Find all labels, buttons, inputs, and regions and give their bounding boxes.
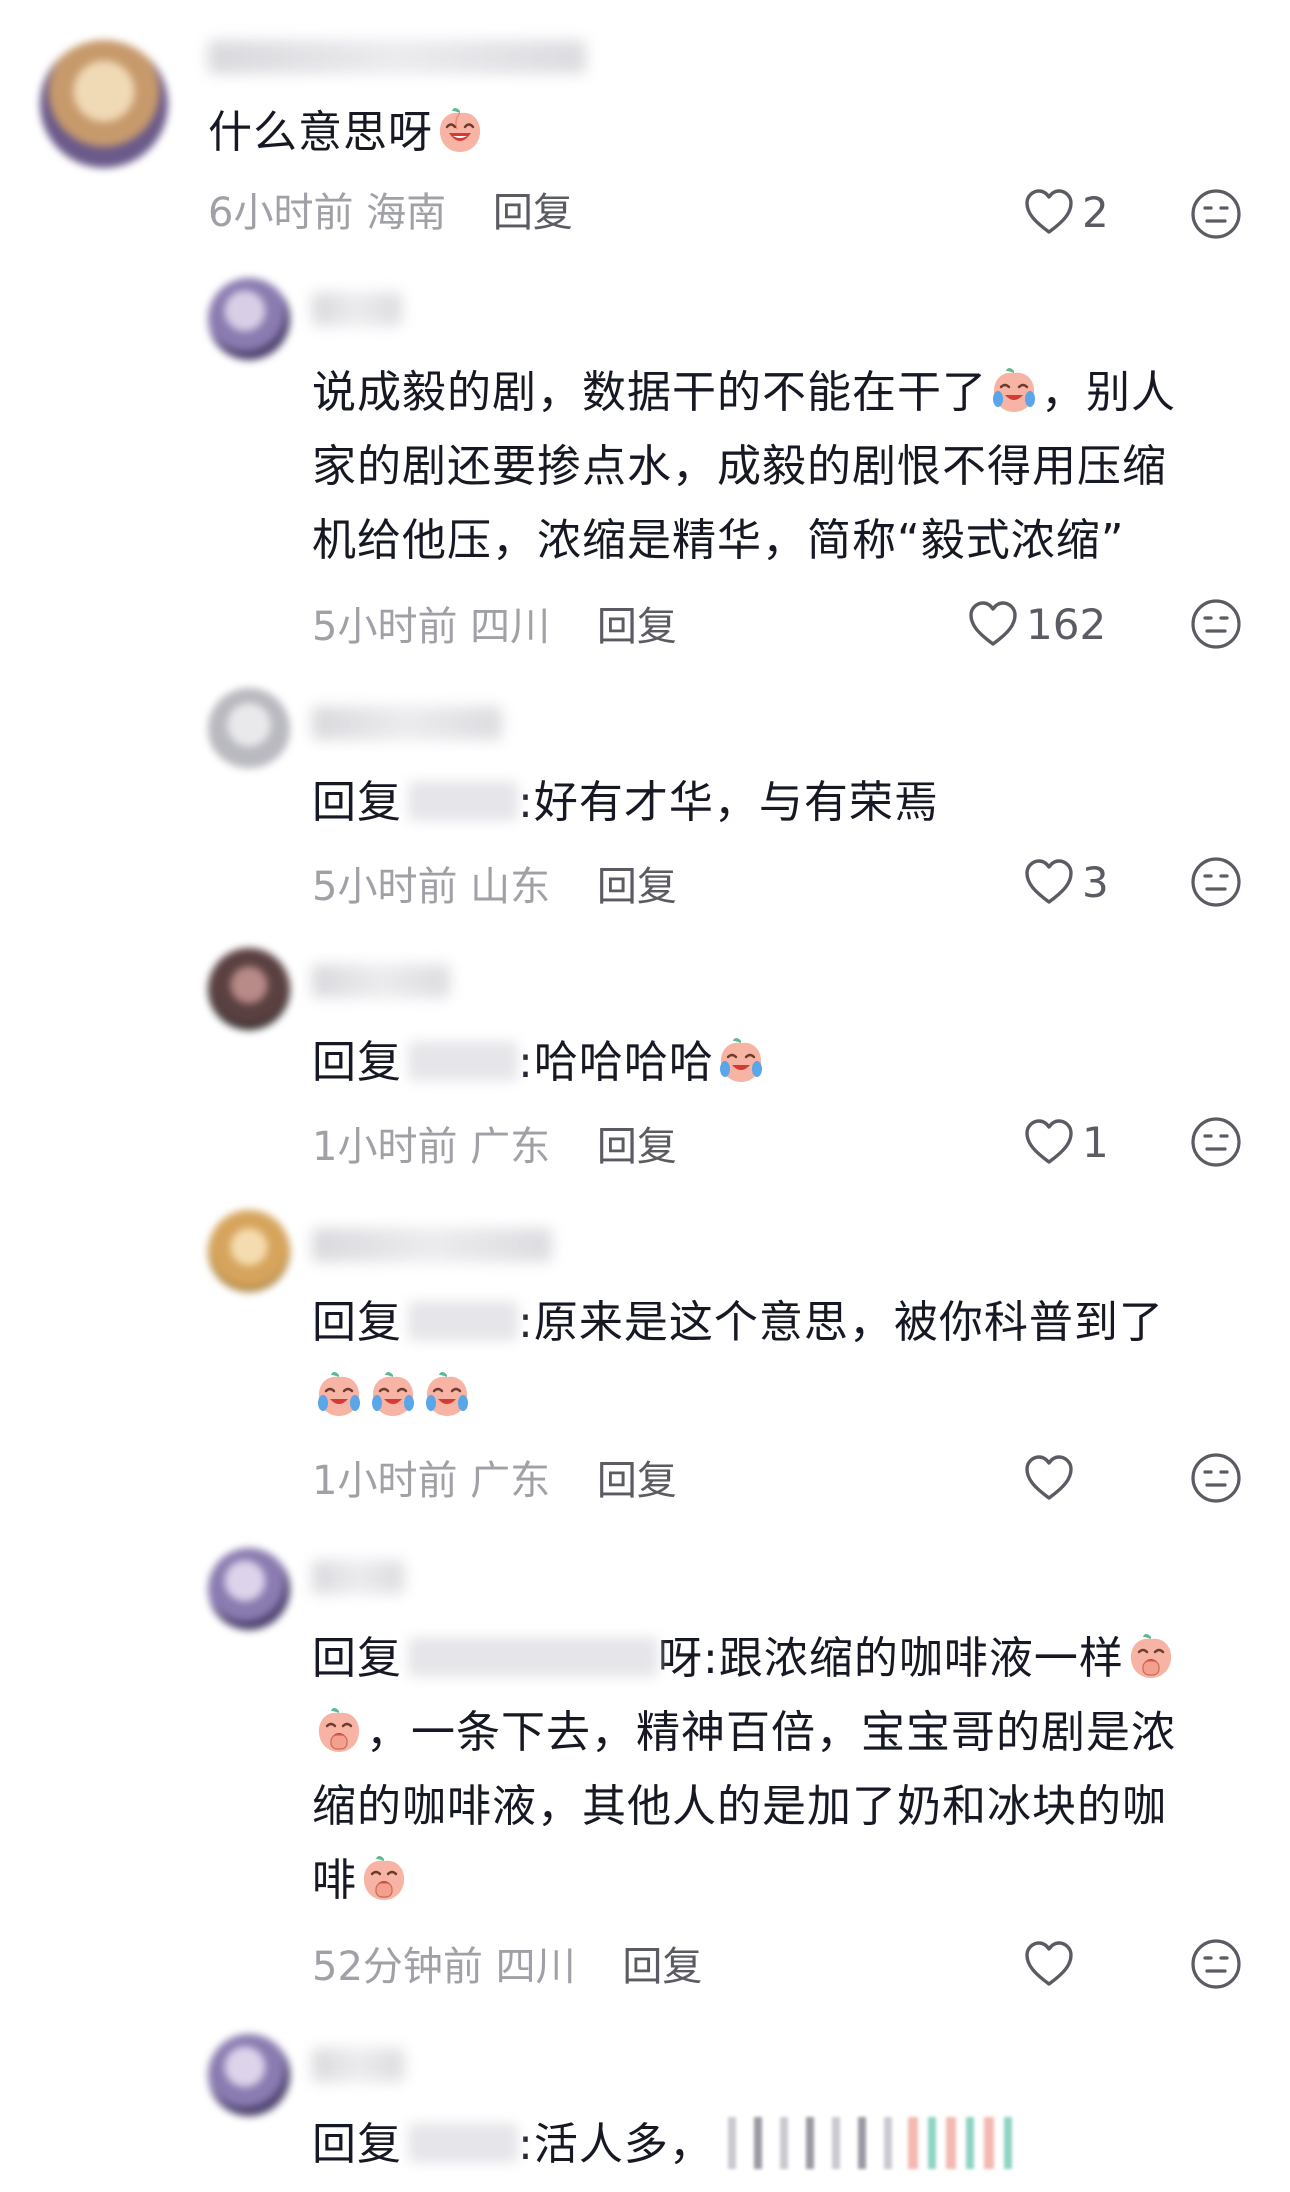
comment-text: 说成毅的剧，数据干的不能在干了 ，别人 家的剧还要掺点水，成毅的剧恨不得用压缩 机… xyxy=(312,365,1176,566)
like-count: 162 xyxy=(1026,599,1107,649)
comment-text: 回复:好有才华，与有荣焉 xyxy=(312,777,939,828)
mentioned-user[interactable] xyxy=(408,1041,518,1081)
meh-face-icon[interactable] xyxy=(1190,1938,1242,1990)
reply-button[interactable]: 回复 xyxy=(622,1944,702,1990)
heart-outline-icon xyxy=(1024,1118,1074,1166)
peach-shy-icon xyxy=(314,1705,364,1755)
meh-face-icon[interactable] xyxy=(1190,1116,1242,1168)
reply-button[interactable]: 回复 xyxy=(597,1458,677,1504)
timestamp: 6小时前 xyxy=(208,190,354,236)
like-button[interactable]: 162 xyxy=(968,594,1106,654)
username[interactable] xyxy=(312,1228,552,1262)
meh-face-icon[interactable] xyxy=(1190,1452,1242,1504)
location: 广东 xyxy=(470,1458,551,1504)
timestamp: 52分钟前 xyxy=(312,1944,483,1990)
heart-outline-icon xyxy=(1024,1940,1074,1988)
username[interactable] xyxy=(312,964,450,998)
like-count: 2 xyxy=(1082,187,1109,237)
like-button[interactable] xyxy=(1024,1448,1082,1508)
location: 山东 xyxy=(470,864,551,910)
peach-cry-icon xyxy=(422,1369,472,1419)
comment-meta: 5小时前 四川 回复 xyxy=(312,594,677,652)
mentioned-user[interactable] xyxy=(408,1637,658,1677)
avatar[interactable] xyxy=(208,278,290,360)
comment-meta: 6小时前 海南 回复 xyxy=(208,180,573,238)
avatar[interactable] xyxy=(208,948,290,1030)
peach-shy-icon xyxy=(1126,1631,1176,1681)
like-button[interactable] xyxy=(1024,1934,1082,1994)
meh-face-icon[interactable] xyxy=(1190,598,1242,650)
comment-meta: 1小时前 广东 回复 xyxy=(312,1448,677,1506)
location: 四川 xyxy=(495,1944,576,1990)
comment-meta: 52分钟前 四川 回复 xyxy=(312,1934,702,1992)
like-count: 1 xyxy=(1082,1117,1109,1167)
peach-laugh-icon xyxy=(435,105,485,155)
like-button[interactable]: 2 xyxy=(1024,182,1109,242)
avatar[interactable] xyxy=(208,1210,290,1292)
username[interactable] xyxy=(312,2048,404,2082)
avatar[interactable] xyxy=(208,2034,290,2116)
like-count: 3 xyxy=(1082,857,1109,907)
avatar[interactable] xyxy=(208,1548,290,1630)
reply-button[interactable]: 回复 xyxy=(597,1124,677,1170)
peach-cry-icon xyxy=(368,1369,418,1419)
blurred-emoji-strip xyxy=(727,2117,1018,2169)
avatar[interactable] xyxy=(208,688,290,770)
comment-text: 回复:活人多， xyxy=(312,2108,1018,2182)
like-button[interactable]: 3 xyxy=(1024,852,1109,912)
avatar[interactable] xyxy=(40,40,168,168)
heart-outline-icon xyxy=(1024,188,1074,236)
reply-button[interactable]: 回复 xyxy=(597,604,677,650)
timestamp: 5小时前 xyxy=(312,604,458,650)
heart-outline-icon xyxy=(968,600,1018,648)
heart-outline-icon xyxy=(1024,858,1074,906)
mentioned-user[interactable] xyxy=(408,1301,518,1341)
timestamp: 1小时前 xyxy=(312,1124,458,1170)
comment-text: 回复 呀:跟浓缩的咖啡液一样 ，一条下去，精神百倍，宝宝哥的剧是浓 缩的咖啡液，其… xyxy=(312,1631,1176,1906)
comment-meta: 5小时前 山东 回复 xyxy=(312,854,677,912)
timestamp: 1小时前 xyxy=(312,1458,458,1504)
heart-outline-icon xyxy=(1024,1454,1074,1502)
location: 海南 xyxy=(366,190,447,236)
comment-thread: 什么意思呀 6小时前 海南 回复 2 说成毅的剧，数据干的不能在干了 ，别人 家的… xyxy=(0,0,1290,2192)
peach-shy-icon xyxy=(359,1853,409,1903)
timestamp: 5小时前 xyxy=(312,864,458,910)
mentioned-user[interactable] xyxy=(408,2123,518,2163)
location: 四川 xyxy=(470,604,551,650)
comment-text: 什么意思呀 xyxy=(208,96,487,170)
comment-text: 回复:原来是这个意思，被你科普到了 xyxy=(312,1286,1164,1434)
reply-button[interactable]: 回复 xyxy=(597,864,677,910)
comment-text: 回复:哈哈哈哈 xyxy=(312,1026,768,1100)
location: 广东 xyxy=(470,1124,551,1170)
reply-button[interactable]: 回复 xyxy=(493,190,573,236)
peach-cry-icon xyxy=(314,1369,364,1419)
username[interactable] xyxy=(312,706,502,740)
username[interactable] xyxy=(312,292,402,326)
comment-meta: 1小时前 广东 回复 xyxy=(312,1114,677,1172)
meh-face-icon[interactable] xyxy=(1190,856,1242,908)
like-button[interactable]: 1 xyxy=(1024,1112,1109,1172)
mentioned-user[interactable] xyxy=(408,781,518,821)
username[interactable] xyxy=(208,40,586,74)
peach-cry-icon xyxy=(989,365,1039,415)
peach-cry-icon xyxy=(716,1035,766,1085)
username[interactable] xyxy=(312,1560,404,1594)
meh-face-icon[interactable] xyxy=(1190,188,1242,240)
